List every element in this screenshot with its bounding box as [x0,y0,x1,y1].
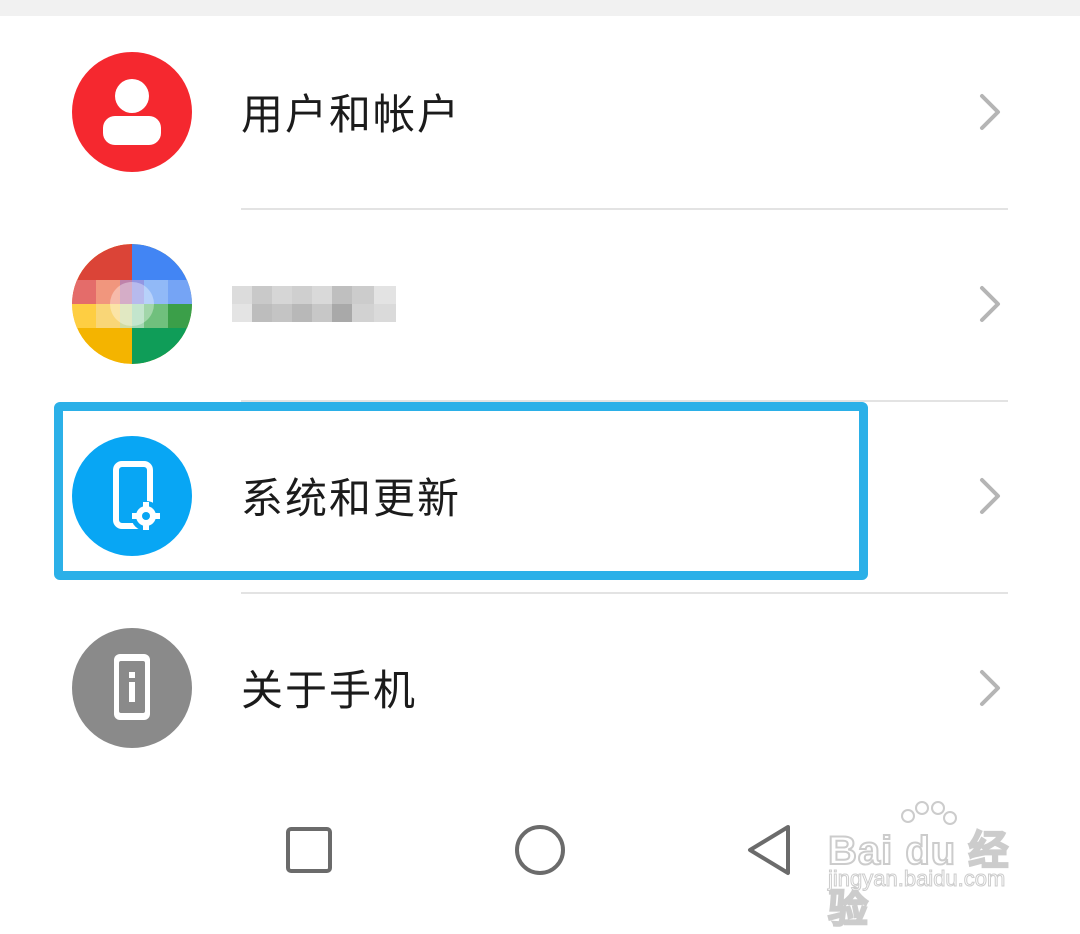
redacted-label [232,286,396,322]
status-bar-strip [0,0,1080,16]
baidu-watermark: Bai du 经验 jingyan.baidu.com [827,800,1028,932]
user-icon [72,52,192,172]
settings-item-system-updates[interactable]: 系统和更新 [0,400,1080,592]
chevron-right-icon [980,478,1000,514]
settings-item-label: 关于手机 [241,666,418,715]
settings-item-about-phone[interactable]: 关于手机 [0,592,1080,784]
watermark-url: jingyan.baidu.com [827,866,1006,892]
settings-item-users-accounts[interactable]: 用户和帐户 [0,16,1080,208]
phone-info-icon [72,628,192,748]
chevron-right-icon [980,670,1000,706]
google-icon [72,244,192,364]
settings-item-label: 用户和帐户 [241,90,462,139]
chevron-right-icon [980,286,1000,322]
back-icon[interactable] [740,820,800,880]
phone-settings-icon [72,436,192,556]
home-icon[interactable] [510,820,570,880]
settings-item-google[interactable] [0,208,1080,400]
chevron-right-icon [980,94,1000,130]
settings-item-label: 系统和更新 [241,474,462,523]
recent-apps-icon[interactable] [279,820,339,880]
